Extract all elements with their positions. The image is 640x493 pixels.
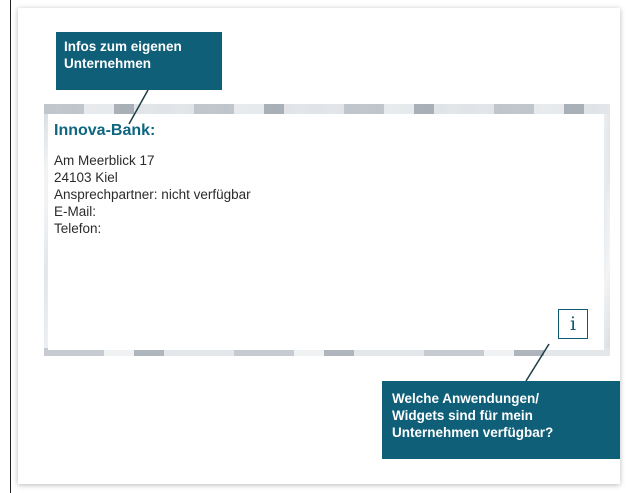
left-margin-rule [10, 0, 11, 493]
info-button[interactable]: i [558, 309, 588, 339]
callout-widgets-line-3: Unternehmen verfügbar? [392, 425, 554, 440]
help-slide: Innova-Bank: Am Meerblick 17 24103 Kiel … [0, 0, 640, 493]
company-info-card: Innova-Bank: Am Meerblick 17 24103 Kiel … [48, 114, 604, 350]
phone-label: Telefon: [54, 221, 102, 236]
callout-widgets-line-1: Welche Anwendungen/ [392, 391, 540, 406]
bank-name: Innova-Bank: [54, 122, 156, 139]
callout-company-info: Infos zum eigenen Unternehmen [56, 32, 222, 90]
callout-available-widgets: Welche Anwendungen/ Widgets sind für mei… [382, 381, 620, 459]
email-label: E-Mail: [54, 204, 97, 219]
callout-widgets-line-2: Widgets sind für mein [392, 408, 533, 423]
address-block: Am Meerblick 17 24103 Kiel Ansprechpartn… [54, 152, 251, 237]
info-icon: i [569, 312, 577, 335]
callout-company-line-1: Infos zum eigenen [64, 39, 182, 54]
address-street: Am Meerblick 17 [54, 153, 155, 168]
contact-person: Ansprechpartner: nicht verfügbar [54, 187, 251, 202]
callout-company-line-2: Unternehmen [64, 56, 152, 71]
address-city: 24103 Kiel [54, 170, 118, 185]
